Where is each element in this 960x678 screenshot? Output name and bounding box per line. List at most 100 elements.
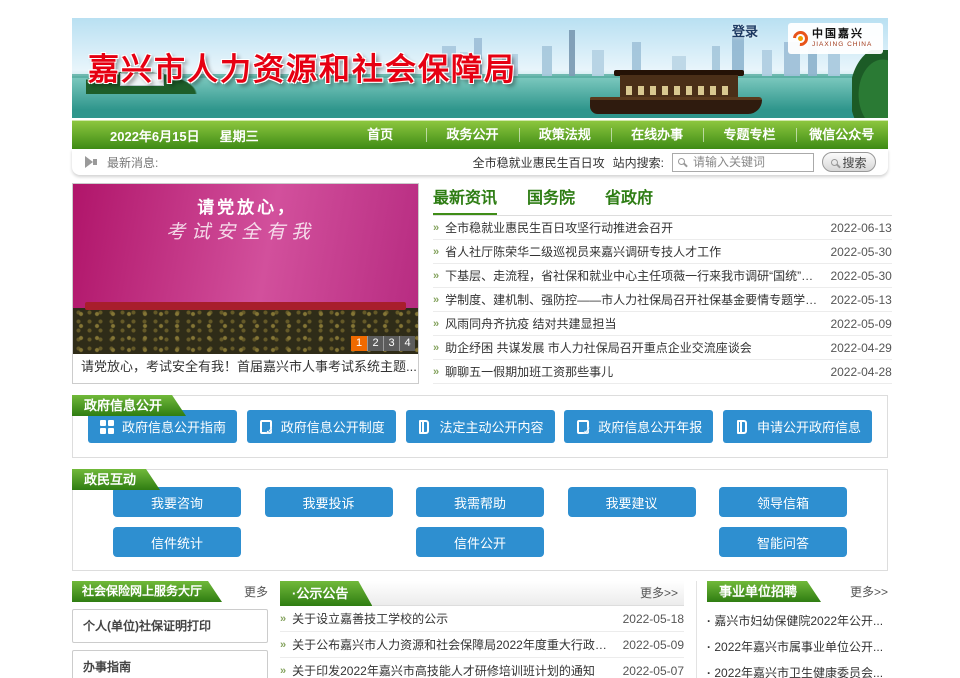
news-item-date: 2022-04-29 (830, 341, 891, 355)
red-boat-illustration (590, 66, 762, 114)
interaction-button[interactable]: 信件统计 (113, 527, 241, 557)
news-tab[interactable]: 最新资讯 (433, 183, 497, 215)
nav-item[interactable]: 首页 (334, 121, 426, 149)
info-disclosure-button[interactable]: 政府信息公开年报 (564, 410, 713, 443)
recruitment-panel: 事业单位招聘 更多>> 嘉兴市妇幼保健院2022年公开...2022年嘉兴市属事… (696, 581, 888, 678)
news-list: » 全市稳就业惠民生百日攻坚行动推进会召开 2022-06-13 » 省人社厅陈… (433, 216, 892, 384)
double-arrow-icon: » (433, 294, 439, 306)
notice-panel-tab[interactable]: ·公示公告 (280, 581, 372, 606)
pagination-dot[interactable]: 2 (367, 336, 383, 351)
info-button-label: 政府信息公开指南 (122, 417, 226, 436)
nav-item[interactable]: 微信公众号 (796, 121, 888, 149)
info-disclosure-button[interactable]: 申请公开政府信息 (723, 410, 872, 443)
interaction-button[interactable]: 我要咨询 (113, 487, 241, 517)
nav-item[interactable]: 政务公开 (426, 121, 518, 149)
notice-item: » 关于印发2022年嘉兴市高技能人才研修培训班计划的通知 2022-05-07 (280, 658, 684, 678)
recruitment-item[interactable]: 2022年嘉兴市属事业单位公开... (707, 634, 888, 660)
info-button-icon (734, 419, 750, 435)
search-button[interactable]: 搜索 (822, 152, 876, 172)
double-arrow-icon: » (280, 665, 286, 677)
info-button-label: 法定主动公开内容 (439, 417, 543, 436)
info-disclosure-button[interactable]: 政府信息公开制度 (247, 410, 396, 443)
interaction-button[interactable]: 我要投诉 (265, 487, 393, 517)
news-item: » 学制度、建机制、强防控——市人力社保局召开社保基金要情专题学习会 2022-… (433, 288, 892, 312)
photo-carousel[interactable]: 请党放心， 考试安全有我 1234 请党放心，考试安全有我！首届嘉兴市人事考试系… (72, 183, 419, 384)
interaction-button[interactable]: 领导信箱 (719, 487, 847, 517)
nav-item[interactable]: 在线办事 (611, 121, 703, 149)
logo-en-text: JIAXING CHINA (812, 41, 872, 48)
news-item-title[interactable]: 全市稳就业惠民生百日攻坚行动推进会召开 (445, 219, 818, 236)
notice-item-date: 2022-05-07 (623, 664, 684, 678)
news-item-title[interactable]: 聊聊五一假期加班工资那些事儿 (445, 363, 818, 380)
interaction-section-tab[interactable]: 政民互动 (72, 469, 160, 490)
pagination-dot[interactable]: 3 (383, 336, 399, 351)
carousel-caption[interactable]: 请党放心，考试安全有我！首届嘉兴市人事考试系统主题... (73, 354, 418, 380)
nav-item[interactable]: 政策法规 (519, 121, 611, 149)
info-section-tab[interactable]: 政府信息公开 (72, 395, 186, 416)
site-title: 嘉兴市人力资源和社会保障局 (88, 44, 517, 89)
interaction-buttons: 我要咨询我要投诉我需帮助我要建议领导信箱信件统计 信件公开 智能问答 (72, 469, 888, 571)
nav-menu: 首页政务公开政策法规在线办事专题专栏微信公众号 (334, 121, 888, 149)
hot-topic-link[interactable]: 全市稳就业惠民生百日攻 (473, 154, 605, 171)
interaction-button[interactable]: 我要建议 (568, 487, 696, 517)
news-item: » 下基层、走流程，省社保和就业中心主任项薇一行来我市调研“国统”上线情况 20… (433, 264, 892, 288)
news-item-title[interactable]: 助企纾困 共谋发展 市人力社保局召开重点企业交流座谈会 (445, 339, 818, 356)
social-more-link[interactable]: 更多 (244, 583, 268, 600)
news-tab[interactable]: 国务院 (527, 183, 575, 215)
pagination-dot[interactable]: 1 (351, 336, 367, 351)
news-item: » 助企纾困 共谋发展 市人力社保局召开重点企业交流座谈会 2022-04-29 (433, 336, 892, 360)
info-button-label: 政府信息公开制度 (281, 417, 385, 436)
search-button-icon (831, 159, 838, 166)
news-item-title[interactable]: 下基层、走流程，省社保和就业中心主任项薇一行来我市调研“国统”上线情况 (445, 267, 818, 284)
info-disclosure-section: 政府信息公开 政府信息公开指南 政府信息公开制度 法定主动公开内容 政府信息公开… (72, 395, 888, 458)
notice-item-date: 2022-05-18 (623, 612, 684, 626)
recruitment-list: 嘉兴市妇幼保健院2022年公开...2022年嘉兴市属事业单位公开...2022… (707, 608, 888, 678)
news-item-title[interactable]: 省人社厅陈荣华二级巡视员来嘉兴调研专技人才工作 (445, 243, 818, 260)
service-item[interactable]: 个人(单位)社保证明打印 (72, 609, 268, 643)
social-insurance-panel: 社会保险网上服务大厅 更多 个人(单位)社保证明打印办事指南 (72, 581, 268, 678)
social-panel-head: 社会保险网上服务大厅 更多 (72, 581, 268, 602)
group-photo-people (73, 184, 418, 354)
notice-list: » 关于设立嘉善技工学校的公示 2022-05-18 » 关于公布嘉兴市人力资源… (280, 606, 684, 678)
recruitment-panel-tab[interactable]: 事业单位招聘 (707, 581, 821, 602)
logo-icon (790, 28, 811, 49)
social-panel-tab[interactable]: 社会保险网上服务大厅 (72, 581, 222, 602)
double-arrow-icon: » (280, 613, 286, 625)
news-item-date: 2022-06-13 (830, 221, 891, 235)
news-tab[interactable]: 省政府 (605, 183, 653, 215)
nav-item[interactable]: 专题专栏 (703, 121, 795, 149)
news-item-date: 2022-05-09 (830, 317, 891, 331)
double-arrow-icon: » (433, 246, 439, 258)
search-input[interactable] (672, 153, 814, 172)
notice-item-title[interactable]: 关于公布嘉兴市人力资源和社会保障局2022年度重大行政决策事... (292, 636, 610, 653)
interaction-section: 政民互动 我要咨询我要投诉我需帮助我要建议领导信箱信件统计 信件公开 智能问答 (72, 469, 888, 571)
info-button-label: 政府信息公开年报 (598, 417, 702, 436)
search-icon (678, 158, 685, 165)
news-item-title[interactable]: 学制度、建机制、强防控——市人力社保局召开社保基金要情专题学习会 (445, 291, 818, 308)
interaction-button[interactable]: 我需帮助 (416, 487, 544, 517)
pagination-dot[interactable]: 4 (399, 336, 415, 351)
service-item[interactable]: 办事指南 (72, 650, 268, 678)
content-wrapper: 嘉兴市人力资源和社会保障局 登录 中国嘉兴 JIAXING CHINA 2022… (72, 0, 888, 678)
interaction-button[interactable]: 信件公开 (416, 527, 544, 557)
date-text: 2022年6月15日 (110, 126, 200, 145)
recruitment-item[interactable]: 嘉兴市妇幼保健院2022年公开... (707, 608, 888, 634)
info-button-label: 申请公开政府信息 (757, 417, 861, 436)
news-tabs: 最新资讯国务院省政府 (433, 183, 892, 216)
recruitment-item[interactable]: 2022年嘉兴市卫生健康委员会... (707, 660, 888, 678)
double-arrow-icon: » (433, 366, 439, 378)
login-link[interactable]: 登录 (732, 21, 758, 40)
news-item-title[interactable]: 风雨同舟齐抗疫 结对共建显担当 (445, 315, 818, 332)
interaction-button[interactable]: 智能问答 (719, 527, 847, 557)
info-disclosure-button[interactable]: 法定主动公开内容 (406, 410, 555, 443)
notice-item-title[interactable]: 关于设立嘉善技工学校的公示 (292, 610, 610, 627)
info-button-icon (416, 419, 432, 435)
recruitment-more-link[interactable]: 更多>> (850, 583, 888, 600)
notice-item-date: 2022-05-09 (623, 638, 684, 652)
notice-item-title[interactable]: 关于印发2022年嘉兴市高技能人才研修培训班计划的通知 (292, 662, 610, 678)
info-button-icon (99, 419, 115, 435)
notice-more-link[interactable]: 更多>> (640, 581, 678, 606)
ticker-bar: 最新消息: 全市稳就业惠民生百日攻 站内搜索: 搜索 (72, 149, 888, 175)
news-item: » 风雨同舟齐抗疫 结对共建显担当 2022-05-09 (433, 312, 892, 336)
jiaxing-logo[interactable]: 中国嘉兴 JIAXING CHINA (788, 23, 883, 54)
